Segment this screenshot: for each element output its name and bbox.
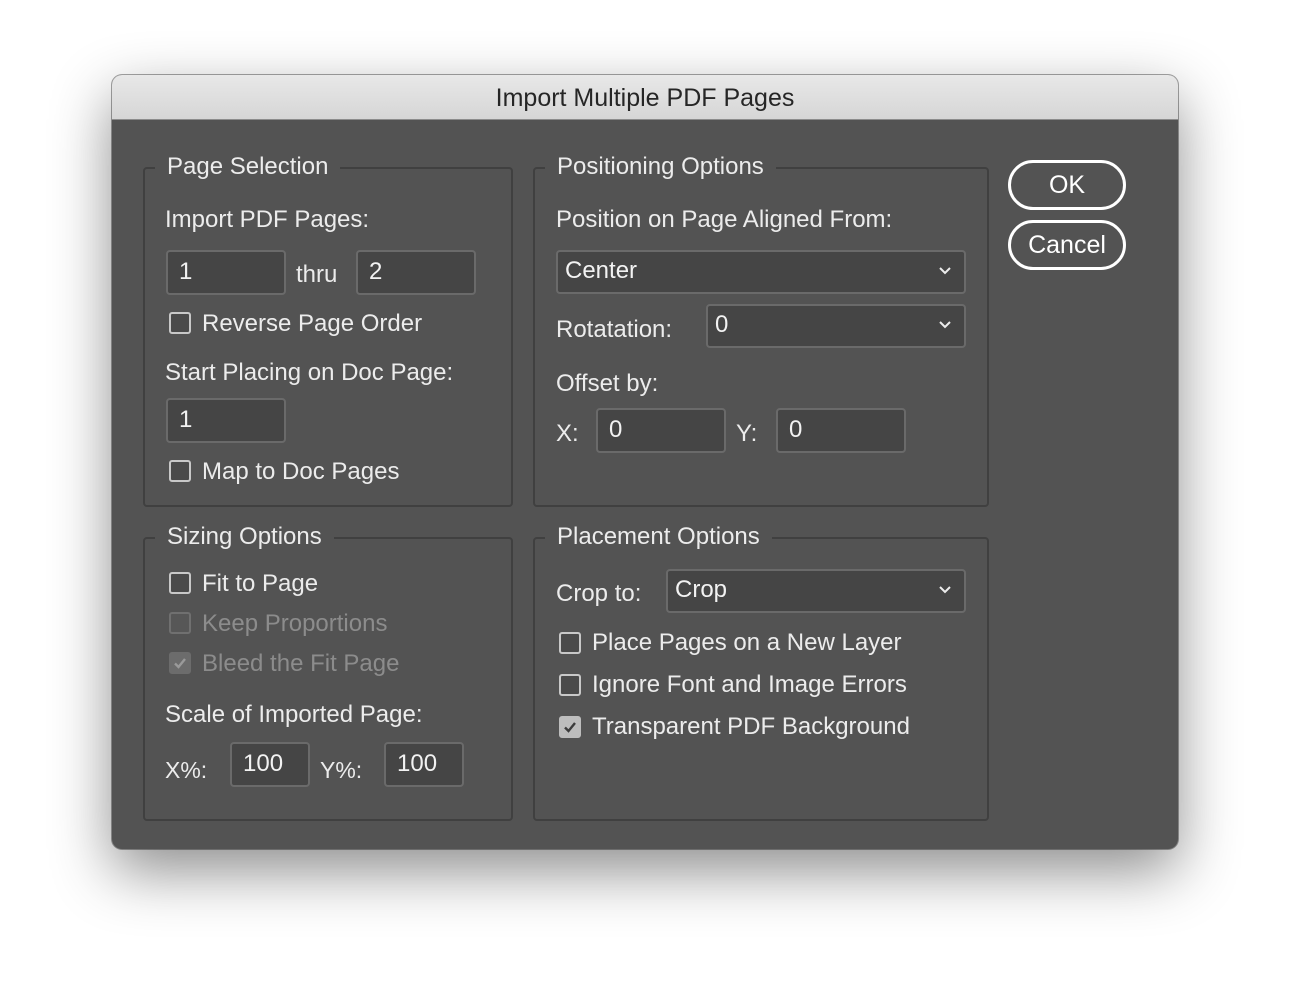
new-layer-checkbox[interactable] [559,632,581,654]
scale-label: Scale of Imported Page: [165,701,423,728]
transparent-bg-checkbox[interactable] [559,716,581,738]
rotation-select[interactable]: 0 [706,304,966,348]
start-page-field[interactable]: 1 [166,398,286,443]
chevron-down-icon [939,586,951,594]
reverse-order-label[interactable]: Reverse Page Order [202,309,422,339]
offset-x-label: X: [556,420,579,447]
title-bar[interactable]: Import Multiple PDF Pages [112,75,1178,120]
offset-y-label: Y: [736,420,758,447]
page-selection-group: Page Selection Import PDF Pages: 1 thru … [143,152,513,507]
bleed-fit-page-label[interactable]: Bleed the Fit Page [202,649,399,679]
chevron-down-icon [939,321,951,329]
crop-to-value: Crop [675,576,728,603]
page-selection-legend: Page Selection [155,152,341,182]
dialog-title: Import Multiple PDF Pages [495,84,795,112]
sizing-legend: Sizing Options [155,522,334,552]
ok-button[interactable]: OK [1008,160,1126,210]
scale-y-field[interactable]: 100 [384,742,464,787]
rotation-label: Rotatation: [556,316,673,343]
positioning-group: Positioning Options Position on Page Ali… [533,152,989,507]
chevron-down-icon [939,267,951,275]
placement-legend: Placement Options [545,522,772,552]
keep-proportions-label[interactable]: Keep Proportions [202,609,387,639]
crop-to-label: Crop to: [556,580,642,607]
offset-x-field[interactable]: 0 [596,408,726,453]
bleed-fit-page-checkbox[interactable] [169,652,191,674]
thru-label: thru [296,261,338,288]
rotation-value: 0 [715,311,729,338]
checkmark-icon [564,722,576,733]
scale-y-label: Y%: [320,757,363,783]
scale-x-field[interactable]: 100 [230,742,310,787]
positioning-legend: Positioning Options [545,152,776,182]
fit-to-page-checkbox[interactable] [169,572,191,594]
import-to-field[interactable]: 2 [356,250,476,295]
new-layer-label[interactable]: Place Pages on a New Layer [592,628,902,658]
scale-x-label: X%: [165,757,208,783]
reverse-order-checkbox[interactable] [169,312,191,334]
keep-proportions-checkbox[interactable] [169,612,191,634]
ignore-errors-checkbox[interactable] [559,674,581,696]
import-pdf-dialog: Import Multiple PDF Pages Page Selection… [112,75,1178,849]
cancel-button[interactable]: Cancel [1008,220,1126,270]
aligned-from-select[interactable]: Center [556,250,966,294]
placement-group: Placement Options Crop to: Crop Place Pa… [533,522,989,821]
offset-label: Offset by: [556,370,659,397]
checkmark-icon [174,658,186,669]
crop-to-select[interactable]: Crop [666,569,966,613]
ignore-errors-label[interactable]: Ignore Font and Image Errors [592,670,907,700]
aligned-from-label: Position on Page Aligned From: [556,206,893,233]
transparent-bg-label[interactable]: Transparent PDF Background [592,712,910,742]
aligned-from-value: Center [565,257,638,284]
map-doc-pages-checkbox[interactable] [169,460,191,482]
offset-y-field[interactable]: 0 [776,408,906,453]
fit-to-page-label[interactable]: Fit to Page [202,569,318,599]
import-pages-label: Import PDF Pages: [165,206,370,233]
start-placing-label: Start Placing on Doc Page: [165,359,454,386]
map-doc-pages-label[interactable]: Map to Doc Pages [202,457,399,487]
sizing-group: Sizing Options Fit to Page Keep Proporti… [143,522,513,821]
import-from-field[interactable]: 1 [166,250,286,295]
